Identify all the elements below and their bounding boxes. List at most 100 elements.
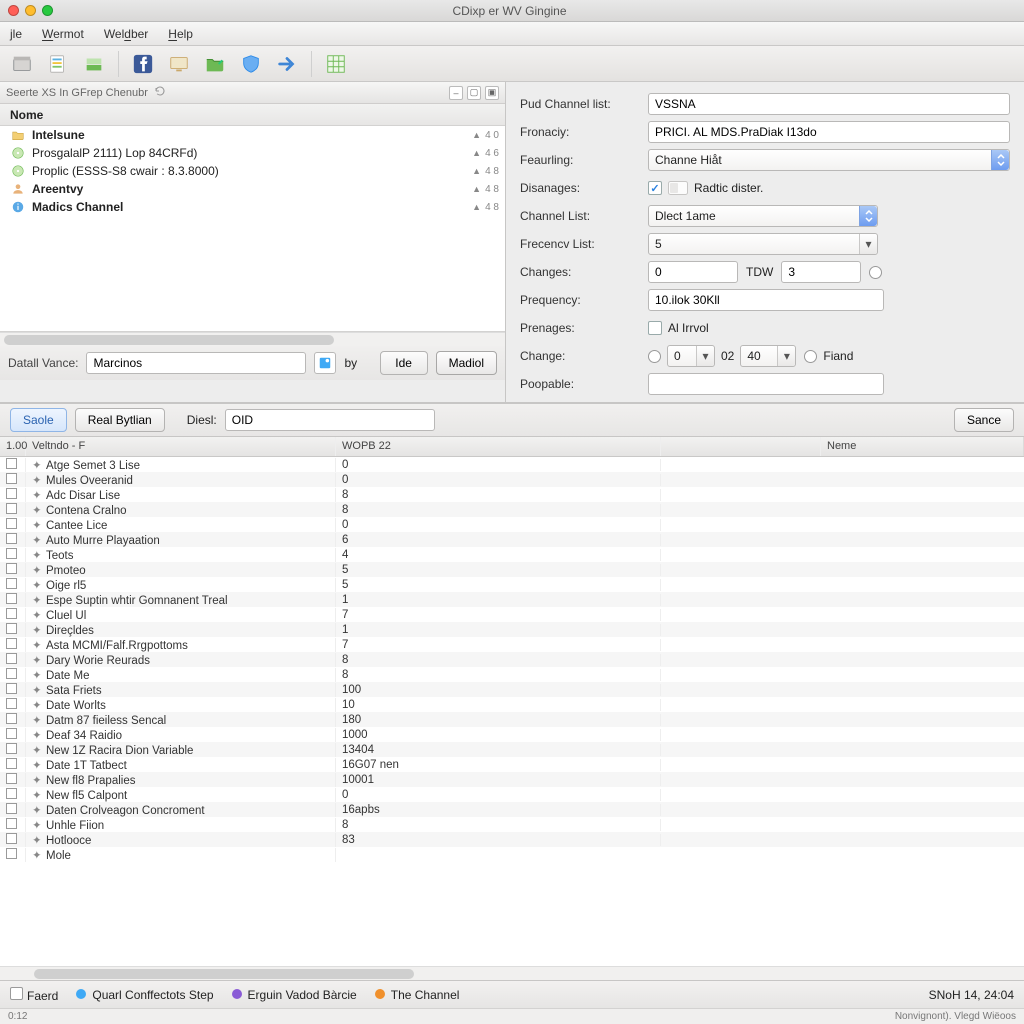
table-header[interactable]: 1.00 Veltndo - F WOPB 22 Neme <box>0 437 1024 457</box>
minimize-window-icon[interactable] <box>25 5 36 16</box>
name-list-item[interactable]: Madics Channel▲4 8 <box>0 198 505 216</box>
facebook-icon[interactable] <box>129 50 157 78</box>
row-checkbox[interactable] <box>6 458 17 469</box>
table-row[interactable]: ✦Adc Disar Lise8 <box>0 487 1024 502</box>
name-list-header[interactable]: Nome <box>0 104 505 126</box>
row-checkbox[interactable] <box>6 608 17 619</box>
poopable-input[interactable] <box>648 373 884 395</box>
zoom-window-icon[interactable] <box>42 5 53 16</box>
feaurling-select[interactable]: Channe Hiåt <box>648 149 1010 171</box>
menu-weldber[interactable]: Weldber <box>100 25 152 43</box>
row-checkbox[interactable] <box>6 713 17 724</box>
table-row[interactable]: ✦Daten Crolveagon Concroment16apbs <box>0 802 1024 817</box>
disanages-checkbox[interactable] <box>648 181 662 195</box>
table-row[interactable]: ✦Unhle Fiion8 <box>0 817 1024 832</box>
frequency-input[interactable] <box>648 289 884 311</box>
table-row[interactable]: ✦Hotlooce83 <box>0 832 1024 847</box>
col-wopb[interactable]: WOPB 22 <box>336 437 661 456</box>
name-list-hscroll[interactable] <box>0 332 505 346</box>
real-button[interactable]: Real Bytlian <box>75 408 165 432</box>
sance-button[interactable]: Sance <box>954 408 1014 432</box>
pud-channel-input[interactable] <box>648 93 1010 115</box>
table-row[interactable]: ✦Oige rl55 <box>0 577 1024 592</box>
table-row[interactable]: ✦Atge Semet 3 Lise0 <box>0 457 1024 472</box>
row-checkbox[interactable] <box>6 683 17 694</box>
row-checkbox[interactable] <box>6 698 17 709</box>
status-quarl[interactable]: Quarl Conffectots Step <box>76 988 213 1002</box>
change-b-select[interactable]: 40▾ <box>740 345 796 367</box>
ide-button[interactable]: Ide <box>380 351 428 375</box>
row-checkbox[interactable] <box>6 773 17 784</box>
table-row[interactable]: ✦Deaf 34 Raidio1000 <box>0 727 1024 742</box>
change-radio-b[interactable] <box>804 350 817 363</box>
panel-restore-icon[interactable]: ▢ <box>467 86 481 100</box>
row-checkbox[interactable] <box>6 623 17 634</box>
table-row[interactable]: ✦Direçldes1 <box>0 622 1024 637</box>
changes-b-input[interactable] <box>781 261 861 283</box>
row-checkbox[interactable] <box>6 788 17 799</box>
table-row[interactable]: ✦Asta MCMI/Falf.Rrgpottoms7 <box>0 637 1024 652</box>
row-checkbox[interactable] <box>6 488 17 499</box>
table-row[interactable]: ✦Dary Worie Reurads8 <box>0 652 1024 667</box>
toggle-icon[interactable] <box>668 181 688 195</box>
changes-radio[interactable] <box>869 266 882 279</box>
menu-wermot[interactable]: WWermotermot <box>38 25 88 43</box>
menu-help[interactable]: Help <box>164 25 197 43</box>
table-row[interactable]: ✦New fl5 Calpont0 <box>0 787 1024 802</box>
row-checkbox[interactable] <box>6 728 17 739</box>
sheet-icon[interactable] <box>44 50 72 78</box>
prenages-checkbox[interactable] <box>648 321 662 335</box>
col-blank[interactable] <box>661 437 821 456</box>
row-checkbox[interactable] <box>6 758 17 769</box>
row-checkbox[interactable] <box>6 503 17 514</box>
col-veltndo[interactable]: Veltndo - F <box>26 437 336 456</box>
channel-list-select[interactable]: Dlect 1ame <box>648 205 878 227</box>
madiol-button[interactable]: Madiol <box>436 351 497 375</box>
row-checkbox[interactable] <box>6 848 17 859</box>
row-checkbox[interactable] <box>6 818 17 829</box>
name-list-item[interactable]: Areentvy▲4 8 <box>0 180 505 198</box>
table-row[interactable]: ✦Sata Friets100 <box>0 682 1024 697</box>
table-row[interactable]: ✦Espe Suptin whtir Gomnanent Treal1 <box>0 592 1024 607</box>
table-row[interactable]: ✦New 1Z Racira Dion Variable13404 <box>0 742 1024 757</box>
row-checkbox[interactable] <box>6 743 17 754</box>
grid-icon[interactable] <box>322 50 350 78</box>
table-row[interactable]: ✦Date Me8 <box>0 667 1024 682</box>
row-checkbox[interactable] <box>6 563 17 574</box>
table-row[interactable]: ✦Cantee Lice0 <box>0 517 1024 532</box>
change-radio-a[interactable] <box>648 350 661 363</box>
status-faerd[interactable]: Faerd <box>10 987 58 1003</box>
row-checkbox[interactable] <box>6 833 17 844</box>
row-checkbox[interactable] <box>6 593 17 604</box>
arrow-right-icon[interactable] <box>273 50 301 78</box>
name-list-item[interactable]: Intelsune▲4 0 <box>0 126 505 144</box>
name-list[interactable]: Intelsune▲4 0ProsgalalP 2111) Lop 84CRFd… <box>0 126 505 332</box>
panel-minimize-icon[interactable]: – <box>449 86 463 100</box>
name-list-item[interactable]: ProsgalalP 2111) Lop 84CRFd)▲4 6 <box>0 144 505 162</box>
table-row[interactable]: ✦Mole <box>0 847 1024 862</box>
fronacy-input[interactable] <box>648 121 1010 143</box>
row-checkbox[interactable] <box>6 533 17 544</box>
row-checkbox[interactable] <box>6 578 17 589</box>
menu-file[interactable]: jle <box>6 25 26 43</box>
table-row[interactable]: ✦Contena Cralno8 <box>0 502 1024 517</box>
folder-icon[interactable] <box>201 50 229 78</box>
table-row[interactable]: ✦Cluel Ul7 <box>0 607 1024 622</box>
row-checkbox[interactable] <box>6 653 17 664</box>
row-checkbox[interactable] <box>6 668 17 679</box>
row-checkbox[interactable] <box>6 473 17 484</box>
box-icon[interactable] <box>8 50 36 78</box>
stack-icon[interactable] <box>80 50 108 78</box>
screen-icon[interactable] <box>165 50 193 78</box>
row-checkbox[interactable] <box>6 803 17 814</box>
name-list-item[interactable]: Proplic (ESSS-S8 cwair : 8.3.8000)▲4 8 <box>0 162 505 180</box>
saole-button[interactable]: Saole <box>10 408 67 432</box>
close-window-icon[interactable] <box>8 5 19 16</box>
detail-input[interactable] <box>86 352 306 374</box>
table-hscroll[interactable] <box>0 966 1024 980</box>
table-row[interactable]: ✦Date Worlts10 <box>0 697 1024 712</box>
table-row[interactable]: ✦Pmoteo5 <box>0 562 1024 577</box>
table-row[interactable]: ✦Auto Murre Playaation6 <box>0 532 1024 547</box>
table-row[interactable]: ✦New fl8 Prapalies10001 <box>0 772 1024 787</box>
change-a-select[interactable]: 0▾ <box>667 345 715 367</box>
